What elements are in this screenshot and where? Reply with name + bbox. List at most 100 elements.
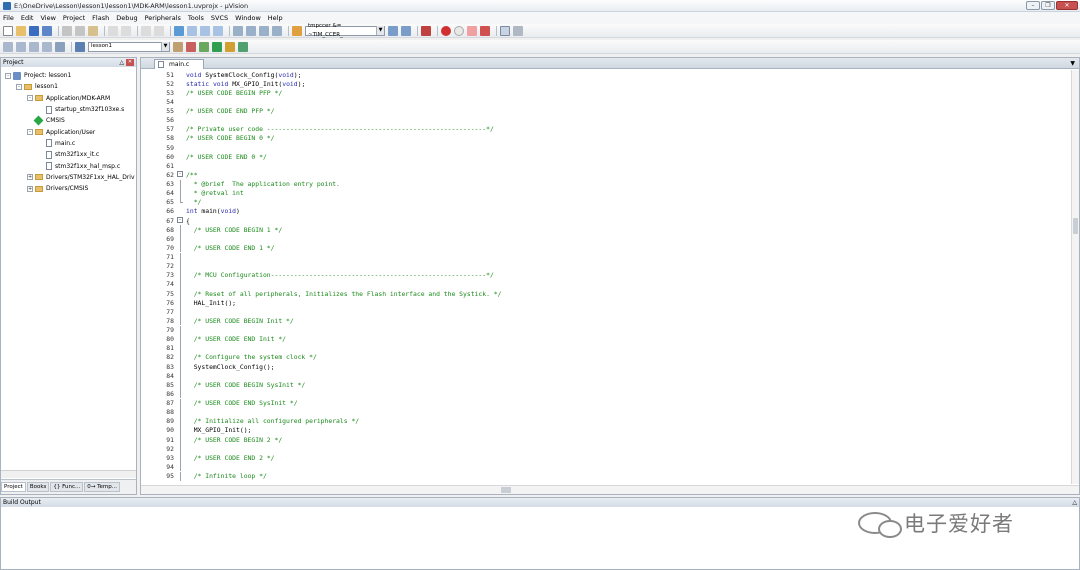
incremental-find-icon[interactable] (401, 25, 411, 36)
chevron-down-icon[interactable]: ▼ (161, 42, 169, 51)
code-line[interactable]: 73 /* MCU Configuration-----------------… (141, 270, 1071, 280)
new-file-icon[interactable] (3, 25, 13, 36)
menu-project[interactable]: Project (63, 14, 85, 22)
tree-node[interactable]: + Drivers/STM32F1xx_HAL_Driv (1, 172, 136, 183)
disable-breakpoints-icon[interactable] (467, 25, 477, 36)
code-line[interactable]: 78 /* USER CODE BEGIN Init */ (141, 316, 1071, 326)
tab-books[interactable]: Books (26, 482, 50, 492)
tab-templates[interactable]: 0→ Temp... (84, 482, 121, 492)
pin-icon[interactable]: △ (119, 58, 124, 67)
tree-node[interactable]: - lesson1 (1, 81, 136, 92)
target-select[interactable]: lesson1 ▼ (88, 41, 170, 52)
copy-icon[interactable] (75, 25, 85, 36)
bookmark-icon[interactable] (174, 25, 184, 36)
code-line[interactable]: 82 /* Configure the system clock */ (141, 352, 1071, 362)
expand-icon[interactable]: + (27, 185, 33, 192)
save-all-icon[interactable] (42, 25, 52, 36)
tab-project[interactable]: Project (1, 482, 26, 492)
tree-node[interactable]: - Application/User (1, 126, 136, 137)
rebuild-icon[interactable] (29, 41, 39, 52)
pin-icon[interactable]: △ (1072, 498, 1077, 507)
code-line[interactable]: 79 (141, 325, 1071, 335)
code-line[interactable]: 80 /* USER CODE END Init */ (141, 334, 1071, 344)
collapse-icon[interactable]: - (27, 129, 33, 136)
paste-icon[interactable] (88, 25, 98, 36)
download-icon[interactable] (75, 41, 85, 52)
code-line[interactable]: 92 (141, 444, 1071, 454)
find-icon[interactable] (388, 25, 398, 36)
menu-view[interactable]: View (40, 14, 55, 22)
restore-icon[interactable]: ❐ (1041, 1, 1055, 10)
file-extensions-icon[interactable] (186, 41, 196, 52)
code-line[interactable]: 81 (141, 343, 1071, 353)
menu-svcs[interactable]: SVCS (211, 14, 228, 22)
code-line[interactable]: 88 (141, 407, 1071, 417)
fold-icon[interactable]: - (177, 171, 183, 178)
tree-node[interactable]: + Drivers/CMSIS (1, 183, 136, 194)
kill-breakpoints-icon[interactable] (480, 25, 490, 36)
menu-help[interactable]: Help (268, 14, 283, 22)
code-line[interactable]: 53 /* USER CODE BEGIN PFP */ (141, 88, 1071, 97)
breakpoint-icon[interactable] (441, 25, 451, 36)
indent-icon[interactable] (233, 25, 243, 36)
clear-bookmarks-icon[interactable] (213, 25, 223, 36)
code-line[interactable]: 63 * @brief The application entry point. (141, 179, 1071, 189)
tree-node[interactable]: stm32f1xx_hal_msp.c (1, 160, 136, 171)
menu-tools[interactable]: Tools (188, 14, 204, 22)
select-packs-icon[interactable] (225, 41, 235, 52)
debug-session-icon[interactable] (421, 25, 431, 36)
code-line[interactable]: 71 (141, 252, 1071, 262)
code-line[interactable]: 67-{ (141, 216, 1071, 225)
code-line[interactable]: 72 (141, 261, 1071, 271)
run-time-env-icon[interactable] (238, 41, 248, 52)
collapse-icon[interactable]: - (16, 83, 22, 90)
code-area[interactable]: 51 void SystemClock_Config(void); 52 static… (141, 70, 1071, 484)
scroll-thumb[interactable] (1073, 218, 1078, 234)
menu-window[interactable]: Window (235, 14, 261, 22)
code-line[interactable]: 56 (141, 116, 1071, 125)
redo-icon[interactable] (121, 25, 131, 36)
code-line[interactable]: 66 int main(void) (141, 207, 1071, 216)
code-line[interactable]: 75 /* Reset of all peripherals, Initiali… (141, 289, 1071, 299)
code-line[interactable]: 90 MX_GPIO_Init(); (141, 425, 1071, 435)
prev-bookmark-icon[interactable] (187, 25, 197, 36)
code-line[interactable]: 91 /* USER CODE BEGIN 2 */ (141, 435, 1071, 445)
build-icon[interactable] (16, 41, 26, 52)
find-combo[interactable]: tmpccer &= ~TIM_CCER_ ▼ (305, 23, 385, 38)
tree-node[interactable]: stm32f1xx_it.c (1, 149, 136, 160)
menu-flash[interactable]: Flash (92, 14, 109, 22)
comment-icon[interactable] (259, 25, 269, 36)
configure-icon[interactable] (513, 25, 523, 36)
pack-installer-icon[interactable] (212, 41, 222, 52)
tab-list-icon[interactable]: ▼ (1070, 60, 1075, 67)
tree-node[interactable]: - Application/MDK-ARM (1, 93, 136, 104)
fold-icon[interactable]: - (177, 217, 183, 224)
minimize-icon[interactable]: – (1026, 1, 1040, 10)
code-line[interactable]: 60 /* USER CODE END 0 */ (141, 152, 1071, 161)
menu-peripherals[interactable]: Peripherals (145, 14, 181, 22)
tab-functions[interactable]: {} Func... (50, 482, 84, 492)
code-line[interactable]: 76 HAL_Init(); (141, 298, 1071, 308)
code-line[interactable]: 93 /* USER CODE END 2 */ (141, 453, 1071, 463)
batch-build-icon[interactable] (42, 41, 52, 52)
find-in-files-icon[interactable] (292, 25, 302, 36)
code-line[interactable]: 85 /* USER CODE BEGIN SysInit */ (141, 380, 1071, 390)
close-icon[interactable]: ✕ (126, 59, 134, 66)
chevron-down-icon[interactable]: ▼ (376, 26, 384, 35)
code-line[interactable]: 70 /* USER CODE END 1 */ (141, 243, 1071, 253)
code-line[interactable]: 83 SystemClock_Config(); (141, 362, 1071, 372)
menu-edit[interactable]: Edit (21, 14, 34, 22)
uncomment-icon[interactable] (272, 25, 282, 36)
code-line[interactable]: 74 (141, 279, 1071, 289)
scroll-thumb[interactable] (501, 487, 511, 493)
tree-node[interactable]: startup_stm32f103xe.s (1, 104, 136, 115)
collapse-icon[interactable]: - (5, 72, 11, 79)
code-line[interactable]: 51 void SystemClock_Config(void); (141, 70, 1071, 79)
code-line[interactable]: 89 /* Initialize all configured peripher… (141, 416, 1071, 426)
code-line[interactable]: 62-/** (141, 170, 1071, 179)
code-line[interactable]: 59 (141, 143, 1071, 152)
code-line[interactable]: 84 (141, 371, 1071, 381)
tree-node[interactable]: main.c (1, 138, 136, 149)
code-line[interactable]: 86 (141, 389, 1071, 399)
close-icon[interactable]: ✕ (1056, 1, 1078, 10)
